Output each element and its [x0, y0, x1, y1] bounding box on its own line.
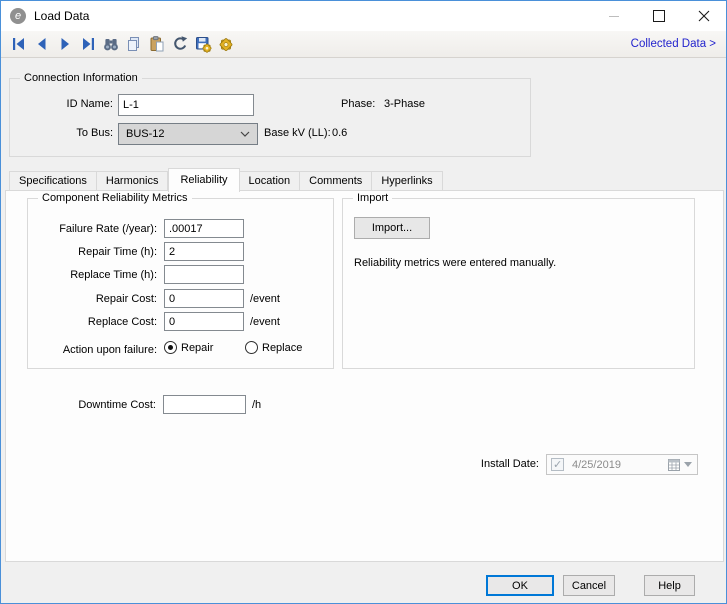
tab-hyperlinks[interactable]: Hyperlinks	[372, 171, 442, 191]
repair-radio[interactable]: Repair	[164, 341, 213, 354]
repair-time-label: Repair Time (h):	[28, 246, 157, 258]
phase-label: Phase:	[341, 98, 375, 110]
replace-cost-input[interactable]	[164, 312, 244, 331]
maximize-icon	[653, 10, 665, 22]
undo-icon[interactable]	[170, 35, 190, 53]
component-reliability-metrics-group: Component Reliability Metrics Failure Ra…	[27, 198, 334, 369]
first-record-icon[interactable]	[9, 35, 29, 53]
repair-time-input[interactable]	[164, 242, 244, 261]
title-bar: e Load Data	[1, 1, 726, 31]
window-title: Load Data	[34, 9, 89, 23]
component-reliability-metrics-legend: Component Reliability Metrics	[38, 192, 192, 204]
save-settings-icon[interactable]	[193, 35, 213, 53]
replace-cost-unit: /event	[250, 316, 280, 328]
settings-icon[interactable]	[216, 35, 236, 53]
collected-data-link[interactable]: Collected Data >	[631, 38, 716, 50]
next-record-icon[interactable]	[55, 35, 75, 53]
help-button[interactable]: Help	[644, 575, 695, 596]
radio-circle-icon	[164, 341, 177, 354]
import-group: Import Import... Reliability metrics wer…	[342, 198, 695, 369]
import-note: Reliability metrics were entered manuall…	[354, 257, 556, 269]
tab-strip: Specifications Harmonics Reliability Loc…	[9, 167, 443, 191]
downtime-cost-unit: /h	[252, 399, 261, 411]
calendar-icon	[668, 459, 680, 471]
install-date-checkbox[interactable]	[551, 458, 564, 471]
close-button[interactable]	[681, 1, 726, 31]
to-bus-combobox[interactable]: BUS-12	[118, 123, 258, 145]
base-kv-value: 0.6	[332, 127, 347, 139]
install-date-value: 4/25/2019	[572, 459, 621, 471]
app-icon: e	[10, 8, 26, 24]
tab-comments[interactable]: Comments	[300, 171, 372, 191]
repair-cost-label: Repair Cost:	[28, 293, 157, 305]
action-upon-failure-label: Action upon failure:	[28, 344, 157, 356]
to-bus-label: To Bus:	[10, 127, 113, 139]
ok-button[interactable]: OK	[486, 575, 554, 596]
copy-icon[interactable]	[124, 35, 144, 53]
failure-rate-input[interactable]	[164, 219, 244, 238]
chevron-down-icon	[240, 131, 250, 137]
downtime-cost-input[interactable]	[163, 395, 246, 414]
paste-icon[interactable]	[147, 35, 167, 53]
install-date-label: Install Date:	[439, 458, 539, 470]
reliability-tab-page: Component Reliability Metrics Failure Ra…	[5, 190, 724, 562]
replace-cost-label: Replace Cost:	[28, 316, 157, 328]
previous-record-icon[interactable]	[32, 35, 52, 53]
tab-reliability[interactable]: Reliability	[168, 168, 239, 192]
window-controls	[591, 1, 726, 31]
close-icon	[698, 10, 710, 22]
replace-time-label: Replace Time (h):	[28, 269, 157, 281]
install-date-picker[interactable]: 4/25/2019	[546, 454, 698, 475]
minimize-icon	[609, 16, 619, 17]
tab-location[interactable]: Location	[240, 171, 301, 191]
repair-cost-input[interactable]	[164, 289, 244, 308]
cancel-button[interactable]: Cancel	[563, 575, 615, 596]
failure-rate-label: Failure Rate (/year):	[28, 223, 157, 235]
load-data-dialog: e Load Data	[0, 0, 727, 604]
replace-radio[interactable]: Replace	[245, 341, 302, 354]
toolbar: Collected Data >	[1, 31, 726, 58]
repair-radio-label: Repair	[181, 342, 213, 354]
repair-cost-unit: /event	[250, 293, 280, 305]
maximize-button[interactable]	[636, 1, 681, 31]
last-record-icon[interactable]	[78, 35, 98, 53]
to-bus-value: BUS-12	[126, 128, 165, 140]
replace-time-input[interactable]	[164, 265, 244, 284]
install-date-dropdown-icon[interactable]	[684, 462, 692, 467]
import-button[interactable]: Import...	[354, 217, 430, 239]
downtime-cost-label: Downtime Cost:	[6, 399, 156, 411]
import-legend: Import	[353, 192, 392, 204]
replace-radio-label: Replace	[262, 342, 302, 354]
find-icon[interactable]	[101, 35, 121, 53]
connection-information-legend: Connection Information	[20, 72, 142, 84]
connection-information-group: Connection Information ID Name: Phase: 3…	[9, 78, 531, 157]
app-icon-letter: e	[15, 10, 21, 22]
phase-value: 3-Phase	[384, 98, 425, 110]
base-kv-label: Base kV (LL):	[264, 127, 331, 139]
id-name-label: ID Name:	[10, 98, 113, 110]
tab-harmonics[interactable]: Harmonics	[97, 171, 169, 191]
tab-specifications[interactable]: Specifications	[9, 171, 97, 191]
minimize-button[interactable]	[591, 1, 636, 31]
id-name-input[interactable]	[118, 94, 254, 116]
radio-circle-icon	[245, 341, 258, 354]
